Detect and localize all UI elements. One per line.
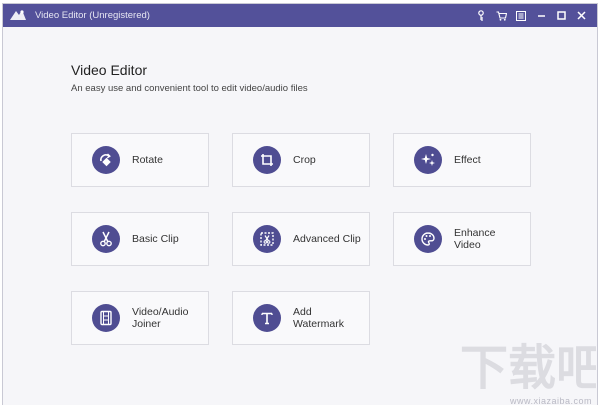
maximize-icon[interactable] [551,4,571,27]
close-icon[interactable] [571,4,591,27]
site-watermark-url: www.xiazaiba.com [509,396,592,406]
tool-label-crop: Crop [293,154,316,166]
scissors-icon [92,225,120,253]
tool-label-rotate: Rotate [132,154,163,166]
tool-card-joiner[interactable]: Video/Audio Joiner [71,291,209,345]
text-t-icon [253,304,281,332]
minimize-icon[interactable] [531,4,551,27]
site-watermark-logo: 下载吧 [460,340,596,396]
page-subtitle: An easy use and convenient tool to edit … [71,83,308,94]
tool-card-enhance-video[interactable]: Enhance Video [393,212,531,266]
rotate-icon [92,146,120,174]
cart-icon[interactable] [491,4,511,27]
film-scissors-icon [253,225,281,253]
film-strip-icon [92,304,120,332]
tool-label-advanced-clip: Advanced Clip [293,233,361,245]
app-logo-icon [9,9,27,23]
tool-label-basic-clip: Basic Clip [132,233,179,245]
tool-label-enhance-video: Enhance Video [454,227,496,251]
window-title: Video Editor (Unregistered) [35,10,150,21]
sparkle-icon [414,146,442,174]
svg-text:下载吧: 下载吧 [460,340,596,396]
menu-icon[interactable] [511,4,531,27]
tool-label-effect: Effect [454,154,481,166]
palette-icon [414,225,442,253]
title-bar-controls [471,4,591,27]
tool-label-watermark: Add Watermark [293,306,344,330]
tool-card-basic-clip[interactable]: Basic Clip [71,212,209,266]
tool-card-advanced-clip[interactable]: Advanced Clip [232,212,370,266]
tool-card-effect[interactable]: Effect [393,133,531,187]
tool-label-joiner: Video/Audio Joiner [132,306,189,330]
tool-card-rotate[interactable]: Rotate [71,133,209,187]
crop-icon [253,146,281,174]
title-bar: Video Editor (Unregistered) [3,4,597,27]
page-title: Video Editor [71,62,148,78]
tool-card-watermark[interactable]: Add Watermark [232,291,370,345]
key-icon[interactable] [471,4,491,27]
tool-card-crop[interactable]: Crop [232,133,370,187]
